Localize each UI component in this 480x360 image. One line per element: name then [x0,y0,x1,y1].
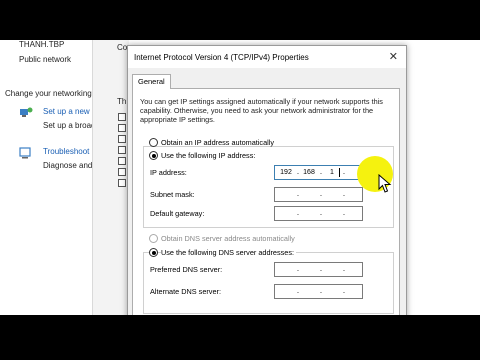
general-tab-pane: You can get IP settings assigned automat… [132,88,400,315]
use-following-ip-label: Use the following IP address: [161,151,258,160]
obtain-dns-auto-radio[interactable] [149,234,158,243]
subnet-mask-label: Subnet mask: [150,190,195,199]
letterbox-bottom [0,315,480,360]
dialog-title: Internet Protocol Version 4 (TCP/IPv4) P… [134,53,309,62]
ip-address-input[interactable]: 192 . 168 . 1 . [274,165,363,180]
screen: THANH.TBP Public network Change your net… [0,40,480,315]
panel-label-this: Th [117,97,127,106]
ip-dot: . [319,189,323,198]
obtain-ip-auto-radio[interactable] [149,138,158,147]
troubleshoot-icon [19,147,31,159]
component-checkbox[interactable] [118,157,126,165]
ip-dot: . [319,208,323,217]
ip-octet-1: 192 [280,169,292,176]
component-checkbox[interactable] [118,168,126,176]
component-checkbox[interactable] [118,113,126,121]
panel-label-connect: Co [117,43,128,52]
ip-dot: . [342,286,346,295]
ip-dot: . [296,286,300,295]
mouse-pointer-icon [378,174,392,193]
ip-dot: . [319,286,323,295]
use-following-dns-label: Use the following DNS server addresses: [161,248,297,257]
use-following-ip-radio[interactable] [149,151,158,160]
ip-address-label: IP address: [150,168,187,177]
new-connection-icon [20,107,33,117]
component-checkbox[interactable] [118,179,126,187]
preferred-dns-label: Preferred DNS server: [150,265,223,274]
ip-octet-2: 168 [303,169,315,176]
ethernet-properties-window [92,40,129,315]
preferred-dns-input[interactable]: . . . [274,262,363,277]
component-checkbox[interactable] [118,124,126,132]
ip-dot: . [342,264,346,273]
ip-dot: . [342,208,346,217]
dialog-body: General You can get IP settings assigned… [128,68,406,315]
ip-dot: . [342,189,346,198]
ip-dot: . [296,264,300,273]
close-icon[interactable]: ✕ [389,50,398,63]
default-gateway-input[interactable]: . . . [274,206,363,221]
component-checkbox[interactable] [118,146,126,154]
tab-general[interactable]: General [132,74,171,89]
network-type: Public network [19,55,72,64]
alternate-dns-input[interactable]: . . . [274,284,363,299]
info-text: You can get IP settings assigned automat… [140,97,383,124]
ip-dot: . [319,264,323,273]
use-following-dns-radio[interactable] [149,248,158,257]
network-name: THANH.TBP [19,40,65,49]
default-gateway-label: Default gateway: [150,209,205,218]
text-caret [339,168,340,177]
obtain-ip-auto-label: Obtain an IP address automatically [161,138,275,147]
component-checkbox[interactable] [118,135,126,143]
ip-dot: . [296,208,300,217]
ip-dot: . [296,189,300,198]
letterbox-top [0,0,480,40]
obtain-dns-auto-label: Obtain DNS server address automatically [161,234,295,243]
subnet-mask-input[interactable]: . . . [274,187,363,202]
alternate-dns-label: Alternate DNS server: [150,287,221,296]
